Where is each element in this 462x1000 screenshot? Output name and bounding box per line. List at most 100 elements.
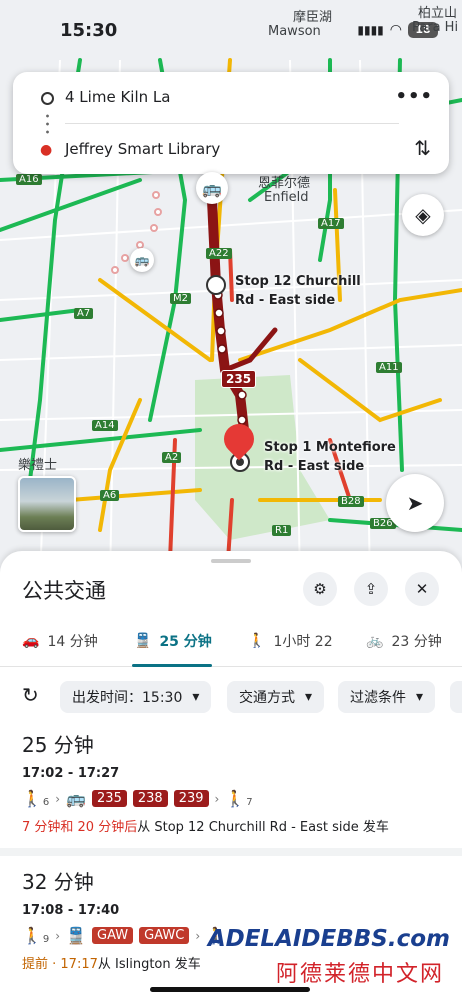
map-label-enfield-zh: 恩菲尔德 — [258, 176, 311, 191]
tab-transit-label: 25 分钟 — [159, 634, 212, 650]
route-note: 提前 · 17:17从 Islington 发车 — [22, 953, 226, 972]
route-times: 17:08 - 17:40 — [22, 903, 120, 918]
tab-walk[interactable]: 🚶 1小时 22 — [248, 631, 333, 651]
car-icon: 🚗 — [22, 633, 40, 649]
map-view[interactable]: 15:30 ▮▮▮▮ ◠ 18 摩臣湖 Mawson 柏立山 Para Hi 恩… — [0, 0, 462, 580]
route-note: 7 分钟和 20 分钟后从 Stop 12 Churchill Rd - Eas… — [22, 816, 389, 835]
more-filter-chip[interactable] — [450, 681, 462, 713]
route-note-highlight: 提前 · 17:17 — [22, 957, 98, 972]
more-options-icon[interactable]: ••• — [395, 86, 433, 107]
road-shield: B28 — [338, 496, 364, 507]
filter-bar: ↻ 出发时间：15:30 ▾ 交通方式 ▾ 过滤条件 ▾ — [0, 681, 462, 713]
dropdown-icon: ▾ — [416, 689, 424, 705]
destination-field[interactable]: Jeffrey Smart Library — [65, 140, 220, 158]
filter-label: 过滤条件 — [350, 690, 406, 706]
route-option[interactable]: 32 分钟 17:08 - 17:40 🚶 9 › 🚆 GAW GAWC › 🚶 … — [22, 866, 226, 972]
road-shield: A7 — [74, 308, 94, 319]
status-bar: 15:30 ▮▮▮▮ ◠ 18 — [0, 0, 462, 60]
road-shield: R1 — [272, 525, 292, 536]
line-badge: GAW — [92, 927, 134, 944]
map-label-mawson-zh: 摩臣湖 — [293, 10, 333, 25]
filter-chip[interactable]: 过滤条件 ▾ — [338, 681, 436, 713]
route-note-highlight: 7 分钟和 20 分钟后 — [22, 820, 138, 835]
route-steps: 🚶 6 › 🚌 235 238 239 › 🚶 7 — [22, 789, 389, 808]
route-duration: 25 分钟 — [22, 733, 94, 757]
road-shield: A16 — [16, 174, 42, 185]
map-end-stop-label: Stop 1 Montefiore Rd - East side — [264, 440, 396, 474]
watermark: ADELAIDEBBS.com 阿德莱德中文网 — [208, 926, 458, 990]
home-indicator — [150, 987, 310, 992]
chevron-right-icon: › — [195, 928, 201, 943]
walk-minutes: 9 — [42, 934, 50, 945]
directions-card: ● 4 Lime Kiln La Jeffrey Smart Library •… — [13, 72, 449, 174]
tab-walk-label: 1小时 22 — [273, 634, 333, 650]
walk-minutes: 6 — [42, 797, 50, 808]
road-shield: A2 — [162, 452, 182, 463]
road-shield: A11 — [376, 362, 402, 373]
tab-drive[interactable]: 🚗 14 分钟 — [22, 631, 98, 651]
route-times: 17:02 - 17:27 — [22, 766, 120, 781]
share-icon[interactable]: ⇪ — [354, 572, 388, 606]
chevron-right-icon: › — [214, 791, 220, 806]
tab-bike-label: 23 分钟 — [391, 634, 442, 650]
bus-stop-marker-icon[interactable]: 🚌 — [196, 172, 228, 204]
directions-sheet: 公共交通 ⚙ ⇪ ✕ 🚗 14 分钟 🚆 25 分钟 🚶 1小时 22 🚲 23… — [0, 551, 462, 1000]
active-tab-indicator — [132, 664, 212, 667]
map-label-playford-zh: 樂禮士 — [18, 458, 58, 473]
origin-field[interactable]: 4 Lime Kiln La — [65, 88, 170, 106]
road-shield: M2 — [170, 293, 191, 304]
map-label-enfield: Enfield — [264, 190, 309, 205]
line-badge: 235 — [92, 790, 127, 807]
dropdown-icon: ▾ — [192, 689, 200, 705]
map-label-mawson: Mawson — [268, 24, 321, 39]
sheet-drag-handle[interactable] — [211, 559, 251, 563]
destination-pin-icon: ● — [40, 142, 53, 158]
map-route-badge: 235 — [221, 370, 257, 388]
chevron-right-icon: › — [55, 928, 61, 943]
road-shield: A14 — [92, 420, 118, 431]
bus-icon: 🚌 — [66, 789, 87, 808]
walk-minutes: 7 — [246, 797, 253, 808]
bus-stop-marker-icon[interactable]: 🚌 — [130, 248, 154, 272]
transit-mode-label: 交通方式 — [239, 690, 295, 706]
line-badge: GAWC — [139, 927, 190, 944]
wifi-icon: ◠ — [389, 22, 402, 38]
road-shield: A6 — [100, 490, 120, 501]
depart-time-label: 出发时间：15:30 — [72, 690, 183, 706]
route-option[interactable]: 25 分钟 17:02 - 17:27 🚶 6 › 🚌 235 238 239 ›… — [22, 729, 389, 835]
walk-icon: 🚶 7 — [225, 789, 253, 808]
bike-icon: 🚲 — [366, 633, 384, 649]
close-icon[interactable]: ✕ — [405, 572, 439, 606]
divider — [0, 848, 462, 856]
layers-icon[interactable]: ◈ — [402, 194, 444, 236]
map-label-para-hills: Para Hi — [412, 20, 459, 35]
map-label-para-hills-zh: 柏立山 — [418, 6, 458, 21]
travel-mode-tabs: 🚗 14 分钟 🚆 25 分钟 🚶 1小时 22 🚲 23 分钟 — [0, 625, 462, 667]
route-duration: 32 分钟 — [22, 870, 94, 894]
street-view-thumbnail[interactable] — [18, 476, 76, 532]
swap-icon[interactable]: ⇅ — [414, 136, 431, 160]
watermark-brand: ADELAIDEBBS.com — [207, 926, 450, 952]
route-note-text: 从 Stop 12 Churchill Rd - East side 发车 — [137, 820, 389, 835]
sheet-title: 公共交通 — [22, 579, 106, 603]
tab-transit[interactable]: 🚆 25 分钟 — [134, 631, 212, 651]
route-steps: 🚶 9 › 🚆 GAW GAWC › 🚶 — [22, 926, 226, 945]
refresh-icon[interactable]: ↻ — [22, 683, 39, 707]
walk-icon: 🚶 6 — [22, 789, 50, 808]
transit-mode-chip[interactable]: 交通方式 ▾ — [227, 681, 325, 713]
tune-icon[interactable]: ⚙ — [303, 572, 337, 606]
divider — [65, 123, 399, 124]
dropdown-icon: ▾ — [305, 689, 313, 705]
walk-icon: 🚶 9 — [22, 926, 50, 945]
tab-bike[interactable]: 🚲 23 分钟 — [366, 631, 442, 651]
map-start-stop-label: Stop 12 Churchill Rd - East side — [235, 274, 361, 308]
walk-icon: 🚶 — [248, 633, 266, 649]
origin-icon — [41, 92, 54, 105]
watermark-chinese: 阿德莱德中文网 — [275, 962, 444, 987]
route-note-text: 从 Islington 发车 — [97, 957, 201, 972]
tab-drive-label: 14 分钟 — [47, 634, 98, 650]
signal-icon: ▮▮▮▮ — [357, 23, 384, 37]
navigation-icon[interactable]: ➤ — [386, 474, 444, 532]
depart-time-chip[interactable]: 出发时间：15:30 ▾ — [60, 681, 212, 713]
status-time: 15:30 — [60, 20, 118, 41]
